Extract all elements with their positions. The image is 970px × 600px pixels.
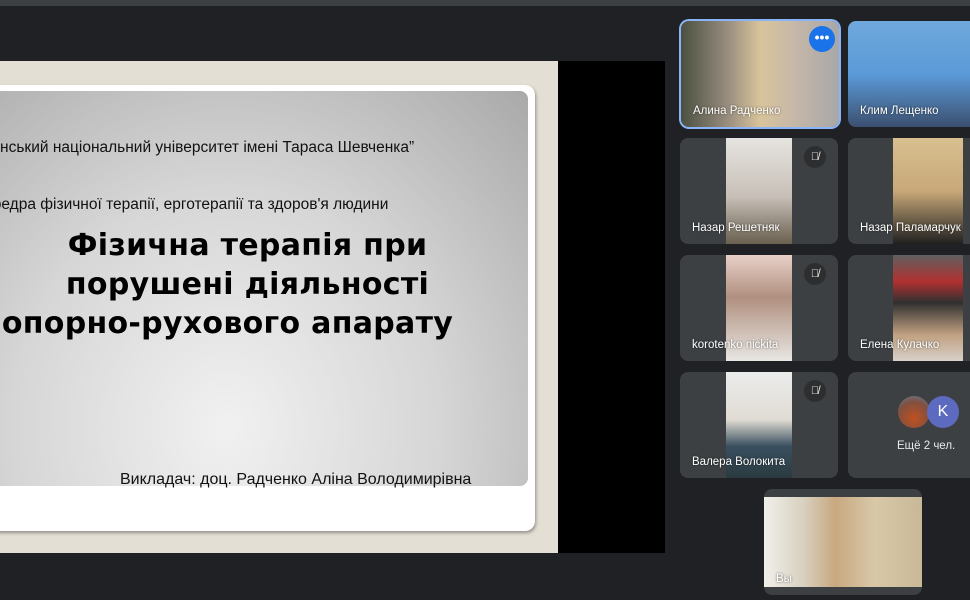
top-bar xyxy=(0,0,970,6)
department-text: Кафедра фізичної терапії, ерготерапії та… xyxy=(0,196,389,213)
participant-name: Назар Решетняк xyxy=(692,222,780,234)
slide: Луганський національний університет імен… xyxy=(0,61,558,553)
mic-off-icon: 🎙̸ xyxy=(804,263,826,285)
title-line: порушені діяльності xyxy=(65,267,430,302)
teacher-text: Викладач: доц. Радченко Аліна Володимирі… xyxy=(120,471,472,488)
self-tile[interactable]: Вы xyxy=(764,489,922,595)
more-participants-tile[interactable]: K Ещё 2 чел. xyxy=(848,372,970,478)
mic-off-icon: 🎙̸ xyxy=(804,380,826,402)
slide-title: Фізична терапія при порушені діяльності … xyxy=(0,226,515,343)
title-line: Фізична терапія при xyxy=(67,228,428,263)
more-options-icon[interactable]: ••• xyxy=(809,26,835,52)
participant-tile[interactable]: 🎙̸ Назар Решетняк xyxy=(680,138,838,244)
participant-name: Алина Радченко xyxy=(693,105,781,117)
mic-off-icon: 🎙̸ xyxy=(804,146,826,168)
participant-avatar xyxy=(898,396,930,428)
presentation-stage: Луганський національний університет імен… xyxy=(0,61,665,553)
participant-name: korotenko nickita xyxy=(692,339,779,351)
participant-tile[interactable]: 🎙̸ Валера Волокита xyxy=(680,372,838,478)
participant-name: Вы xyxy=(776,573,792,585)
participant-tile[interactable]: Елена Кулачко xyxy=(848,255,970,361)
participant-name: Елена Кулачко xyxy=(860,339,940,351)
participant-name: Назар Паламарчук xyxy=(860,222,961,234)
participant-name: Валера Волокита xyxy=(692,456,786,468)
participant-tile[interactable]: ••• Алина Радченко xyxy=(681,21,839,127)
participant-tile[interactable]: 🎙̸ korotenko nickita xyxy=(680,255,838,361)
participant-tile[interactable]: Назар Паламарчук xyxy=(848,138,970,244)
participant-name: Клим Лещенко xyxy=(860,105,939,117)
participant-avatar: K xyxy=(927,396,959,428)
participant-tile[interactable]: Клим Лещенко xyxy=(848,21,970,127)
more-participants-label: Ещё 2 чел. xyxy=(897,440,956,452)
title-line: опорно-рухового апарату xyxy=(1,306,454,341)
university-text: Луганський національний університет імен… xyxy=(0,139,415,156)
